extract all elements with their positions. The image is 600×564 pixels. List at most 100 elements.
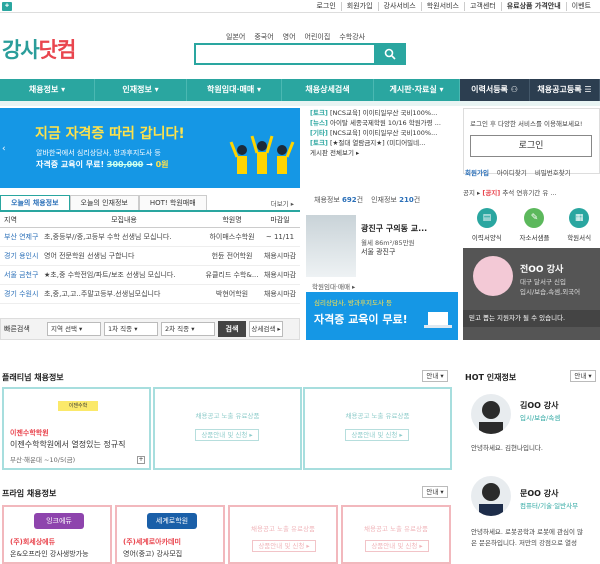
table-row[interactable]: 서울 금천구 ★초,중 수학전임/파트/보조 선생님 모십니다. 유클리드 수학… xyxy=(0,266,300,285)
expand-icon[interactable]: + xyxy=(137,456,145,464)
quick-link-chinese[interactable]: 중국어 xyxy=(254,32,273,42)
banner-line1: 알바한국에서 심리상담사, 방과후지도사 등 xyxy=(36,149,161,157)
search-box xyxy=(194,43,406,65)
table-row[interactable]: 부산 연제구 초,중등부//중,고등부 수학 선생님 모십니다. 하이매스수학원… xyxy=(0,228,300,247)
job-category1-select[interactable]: 1차 직종 ▾ xyxy=(104,322,158,336)
academy-form-link[interactable]: ▦ 학원서식 xyxy=(567,208,591,248)
site-logo[interactable]: 강사닷컴 xyxy=(2,34,76,64)
talent-count: 인재정보 210건 xyxy=(371,196,421,204)
nav-board[interactable]: 게시판·자료실 ▾ xyxy=(374,79,460,101)
teacher-slogan: 믿고 뽑는 지원자가 될 수 있습니다. xyxy=(463,310,600,327)
banner-title: 지금 자격증 따러 갑니다! xyxy=(35,126,185,142)
header-deadline: 마감일 xyxy=(270,216,290,224)
cell-academy: 유클리드 수학&... xyxy=(205,271,259,279)
notice-item[interactable]: [기타] [NCS교육] 이이티일부산 국비100%... xyxy=(310,128,458,138)
resume-form-link[interactable]: ▤ 이력서양식 xyxy=(472,208,502,248)
nav-jobs[interactable]: 채용정보 ▾ xyxy=(0,79,95,101)
pricing-link[interactable]: 유료상품 가격안내 xyxy=(500,2,566,11)
cell-content[interactable]: 영어 전문학원 선생님 구합니다 xyxy=(44,247,204,265)
apply-product-button[interactable]: 상품안내 및 신청 ▸ xyxy=(345,429,409,441)
hot-talent-info-button[interactable]: 안내 ▾ xyxy=(570,370,596,382)
prime-placeholder[interactable]: 채용공고 노출 유료상품 상품안내 및 신청 ▸ xyxy=(228,505,338,564)
card-footer-link[interactable]: 학원임대·매매 ▸ xyxy=(312,281,355,291)
cell-deadline: ~ 11/11 xyxy=(265,233,295,241)
cover-letter-link[interactable]: ✎ 자소서샘플 xyxy=(520,208,549,248)
notice-item[interactable]: [토크] [★절대 열람금지★] (미디어밀네... xyxy=(310,138,458,148)
teacher-service-link[interactable]: 강사서비스 xyxy=(377,2,421,11)
hot-talent-item[interactable]: 문OO 강사 컴퓨터/기술·일반사무 안녕하세요. 로봇공학과 로봇에 관심이 … xyxy=(463,470,600,564)
notice-ticker[interactable]: 공지 ▸ [공지] 추석 연휴기간 유 ... xyxy=(463,187,600,197)
tabs-more-link[interactable]: 더보기 ▸ xyxy=(271,198,294,208)
apply-product-button[interactable]: 상품안내 및 신청 ▸ xyxy=(252,540,316,552)
platinum-info-button[interactable]: 안내 ▾ xyxy=(422,370,448,382)
nav-detail-search[interactable]: 채용상세검색 xyxy=(282,79,374,101)
quick-link-math[interactable]: 수학강사 xyxy=(339,32,365,42)
jobs-table: 지역 모집내용 학원명 마감일 부산 연제구 초,중등부//중,고등부 수학 선… xyxy=(0,213,300,304)
promo-banner[interactable]: ‹ 지금 자격증 따러 갑니다! 알바한국에서 심리상담사, 방과후지도사 등 … xyxy=(0,108,300,188)
platinum-job-card[interactable]: 이젠수학 이젠수학학원 이젠수학학원에서 열정있는 정규직 부산·해운대 ~10… xyxy=(2,387,151,470)
tab-today-talent[interactable]: 오늘의 인재정보 xyxy=(69,195,139,210)
nav-talent[interactable]: 인재정보 ▾ xyxy=(95,79,187,101)
prime-info-button[interactable]: 안내 ▾ xyxy=(422,486,448,498)
notice-item[interactable]: [뉴스] 아이탈 세종국제학원 10/16 학원가령 ... xyxy=(310,118,458,128)
board-notices: [토크] [NCS교육] 이이티일부산 국비100%... [뉴스] 아이탈 세… xyxy=(310,108,458,188)
tab-hot-academy[interactable]: HOT! 학원매매 xyxy=(138,195,207,210)
platinum-placeholder[interactable]: 채용공고 노출 유료상품 상품안내 및 신청 ▸ xyxy=(153,387,302,470)
avatar xyxy=(471,394,511,434)
quick-search-button[interactable]: 검색 xyxy=(218,321,246,337)
table-row[interactable]: 경기 수원시 초,중,고,고..주말고등부.선생님모십니다 박현어학원 채용시마… xyxy=(0,285,300,304)
table-row[interactable]: 경기 용인시 영어 전문학원 선생님 구합니다 헌듄 전어학원 채용시마감 xyxy=(0,247,300,266)
customer-center-link[interactable]: 고객센터 xyxy=(463,2,501,11)
region-select[interactable]: 지역 선택 ▾ xyxy=(47,322,101,336)
teacher-location: 대구 달서구 신입 xyxy=(520,278,566,286)
hot-talent-item[interactable]: 김OO 강사 입시/보습/속셈 안녕하세요. 김현나입니다. xyxy=(463,388,600,458)
apply-product-button[interactable]: 상품안내 및 신청 ▸ xyxy=(195,429,259,441)
list-icon: ☰ xyxy=(584,85,592,94)
talent-name: 문OO 강사 xyxy=(520,489,559,498)
cell-content[interactable]: 초,중,고,고..주말고등부.선생님모십니다 xyxy=(44,285,204,303)
login-box: 로그인 후 다양한 서비스를 이용해보세요! 로그인 xyxy=(463,108,600,174)
cell-content[interactable]: ★초,중 수학전임/파트/보조 선생님 모십니다. xyxy=(44,266,204,284)
platinum-placeholder[interactable]: 채용공고 노출 유료상품 상품안내 및 신청 ▸ xyxy=(303,387,452,470)
prime-job-card[interactable]: 잉크에듀 (주)회세상에듀 온&오프라인 강사생방가능 xyxy=(2,505,112,564)
cell-content[interactable]: 초,중등부//중,고등부 수학 선생님 모십니다. xyxy=(44,228,204,246)
nav-job-post-register[interactable]: 채용공고등록 ☰ xyxy=(530,79,600,101)
form-icon: ▦ xyxy=(569,208,590,228)
find-id-link[interactable]: 아이디찾기 xyxy=(497,167,527,177)
tab-today-jobs[interactable]: 오늘의 채용정보 xyxy=(0,195,70,210)
notice-item[interactable]: [토크] [NCS교육] 이이티일부산 국비100%... xyxy=(310,108,458,118)
academy-logo: 세계로학원 xyxy=(147,513,197,529)
signup-link[interactable]: 회원가입 xyxy=(340,2,378,11)
apply-product-button[interactable]: 상품안내 및 신청 ▸ xyxy=(365,540,429,552)
placeholder-text: 채용공고 노출 유료상품 xyxy=(364,525,428,533)
banner-prev-icon[interactable]: ‹ xyxy=(2,144,10,154)
ad-line2: 자격증 교육이 무료! xyxy=(314,313,408,326)
event-link[interactable]: 이벤트 xyxy=(565,2,596,11)
prime-placeholder[interactable]: 채용공고 노출 유료상품 상품안내 및 신청 ▸ xyxy=(341,505,451,564)
job-desc: 영어(중고) 강사모집 xyxy=(123,550,183,558)
quick-link-japanese[interactable]: 일본어 xyxy=(226,32,245,42)
person-icon: ⚇ xyxy=(510,85,518,94)
nav-academy-rent[interactable]: 학원임대·매매 ▾ xyxy=(187,79,282,101)
board-all-link[interactable]: 게시판 전체보기 ▸ xyxy=(310,148,458,158)
top-links: 로그인 회원가입 강사서비스 학원서비스 고객센터 유료상품 가격안내 이벤트 xyxy=(311,2,596,11)
featured-teacher-card[interactable]: 전OO 강사 대구 달서구 신입 입시/보습,속셈,외국어 믿고 뽑는 지원자가… xyxy=(463,248,600,340)
search-input[interactable] xyxy=(196,45,371,63)
find-password-link[interactable]: 비밀번호찾기 xyxy=(535,167,571,177)
login-button[interactable]: 로그인 xyxy=(470,135,592,157)
academy-rent-card[interactable]: 광진구 구의동 교... 월세 86m²/85만원 서울 광진구 학원임대·매매… xyxy=(306,215,458,291)
job-category2-select[interactable]: 2차 직종 ▾ xyxy=(161,322,215,336)
signup-link-2[interactable]: 회원가입 xyxy=(465,167,489,177)
banner-line2: 자격증 교육이 무료! 300,000 → 0원 xyxy=(36,160,169,169)
prime-job-card[interactable]: 세계로학원 (주)세계로아카데미 영어(중고) 강사모집 xyxy=(115,505,225,564)
nav-resume-register[interactable]: 이력서등록 ⚇ xyxy=(460,79,530,101)
quick-link-daycare[interactable]: 어린이집 xyxy=(305,32,331,42)
promo-ad-small[interactable]: 심리상담사, 방과후지도사 등 자격증 교육이 무료! xyxy=(306,292,458,340)
login-link[interactable]: 로그인 xyxy=(311,2,340,11)
quick-link-english[interactable]: 영어 xyxy=(283,32,296,42)
academy-service-link[interactable]: 학원서비스 xyxy=(420,2,464,11)
search-button[interactable] xyxy=(374,43,406,65)
app-icon[interactable]: ✚ xyxy=(2,2,12,11)
table-header: 지역 모집내용 학원명 마감일 xyxy=(0,213,300,228)
detail-search-button[interactable]: 상세검색 ▸ xyxy=(249,321,283,337)
